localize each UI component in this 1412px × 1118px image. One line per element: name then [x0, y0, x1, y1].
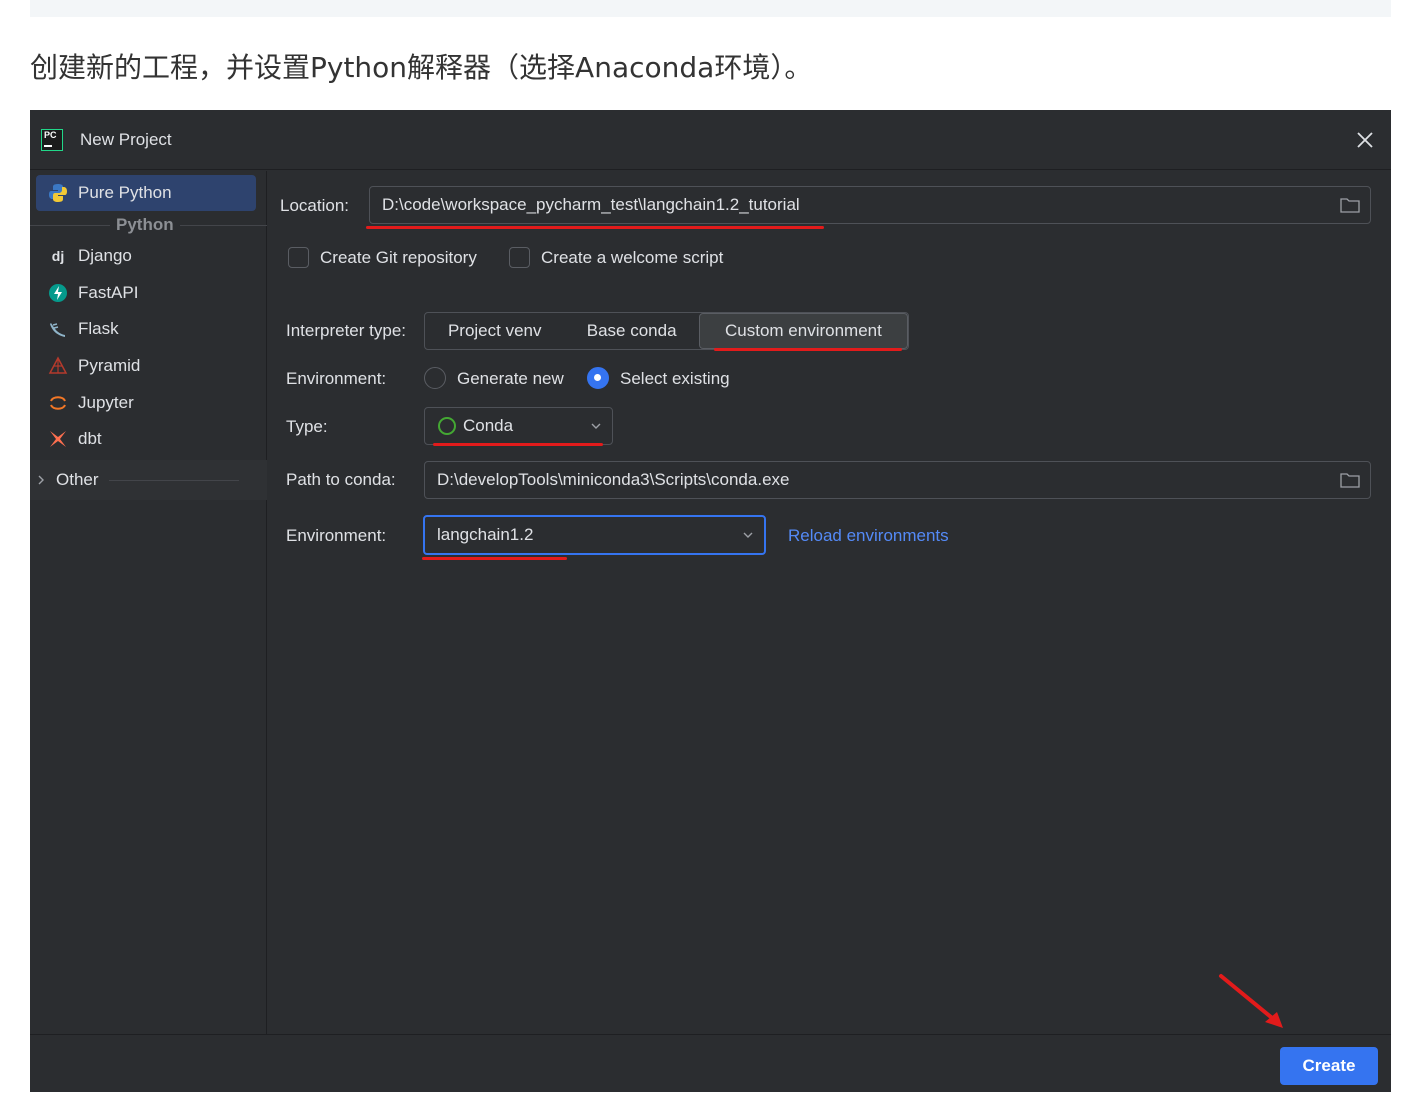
tab-base-conda[interactable]: Base conda	[564, 313, 698, 349]
sidebar-item-django[interactable]: dj Django	[36, 238, 256, 274]
create-git-checkbox[interactable]	[288, 247, 309, 268]
environment-value: langchain1.2	[437, 525, 534, 544]
close-icon[interactable]	[1353, 128, 1377, 152]
pyramid-icon	[48, 356, 68, 376]
dialog-title: New Project	[80, 130, 172, 149]
welcome-script-checkbox[interactable]	[509, 247, 530, 268]
reload-environments-link[interactable]: Reload environments	[788, 526, 949, 546]
tab-project-venv[interactable]: Project venv	[425, 313, 564, 349]
sidebar-item-label: Pyramid	[78, 356, 141, 375]
generate-new-radio[interactable]	[424, 367, 446, 389]
type-value: Conda	[463, 416, 514, 435]
location-input[interactable]: D:\code\workspace_pycharm_test\langchain…	[369, 186, 1371, 224]
article-caption: 创建新的工程，并设置Python解释器（选择Anaconda环境）。	[30, 51, 813, 84]
generate-new-label: Generate new	[457, 369, 564, 388]
project-settings-panel: Location: D:\code\workspace_pycharm_test…	[268, 171, 1391, 1034]
fastapi-icon	[48, 283, 68, 303]
sidebar-item-fastapi[interactable]: FastAPI	[36, 275, 256, 311]
folder-icon[interactable]	[1340, 197, 1360, 213]
dialog-titlebar: PC New Project	[30, 110, 1391, 170]
sidebar-item-label: Pure Python	[78, 183, 172, 202]
annotation-underline-location	[366, 226, 824, 229]
environment-label: Environment:	[286, 526, 387, 545]
path-to-conda-input[interactable]: D:\developTools\miniconda3\Scripts\conda…	[424, 461, 1371, 499]
sidebar-item-jupyter[interactable]: Jupyter	[36, 385, 256, 421]
project-type-sidebar: Pure Python Python dj Django FastAPI Fla…	[30, 171, 267, 1034]
create-button[interactable]: Create	[1280, 1047, 1378, 1085]
page-top-strip	[30, 0, 1391, 17]
annotation-underline-custom-env	[714, 348, 902, 351]
group-label: Python	[116, 215, 174, 234]
jupyter-icon	[48, 393, 68, 413]
conda-icon	[438, 417, 456, 435]
create-git-label: Create Git repository	[320, 248, 477, 267]
sidebar-item-pyramid[interactable]: Pyramid	[36, 348, 256, 384]
interpreter-type-segmented: Project venv Base conda Custom environme…	[424, 312, 909, 350]
python-group-header: Python	[30, 213, 267, 237]
sidebar-item-dbt[interactable]: dbt	[36, 421, 256, 457]
select-existing-label: Select existing	[620, 369, 730, 388]
select-existing-radio[interactable]	[587, 367, 609, 389]
sidebar-group-other[interactable]: Other	[30, 460, 267, 500]
environment-select[interactable]: langchain1.2	[423, 515, 766, 555]
other-label: Other	[56, 470, 99, 489]
pycharm-icon-text: PC	[44, 130, 57, 140]
dialog-footer: Create	[30, 1034, 1391, 1092]
other-divider	[108, 479, 239, 481]
annotation-arrow	[1219, 974, 1283, 1028]
chevron-down-icon	[591, 423, 601, 429]
folder-icon[interactable]	[1340, 472, 1360, 488]
sidebar-item-label: dbt	[78, 429, 102, 448]
type-label: Type:	[286, 417, 328, 436]
chevron-right-icon	[38, 475, 44, 485]
sidebar-item-label: FastAPI	[78, 283, 139, 302]
type-select[interactable]: Conda	[424, 407, 613, 445]
location-value: D:\code\workspace_pycharm_test\langchain…	[382, 195, 800, 214]
path-to-conda-label: Path to conda:	[286, 470, 396, 489]
chevron-down-icon	[743, 532, 753, 538]
welcome-script-label: Create a welcome script	[541, 248, 724, 267]
annotation-underline-type	[433, 443, 603, 446]
flask-icon	[48, 319, 68, 339]
sidebar-item-label: Django	[78, 246, 132, 265]
sidebar-item-flask[interactable]: Flask	[36, 311, 256, 347]
annotation-underline-environment	[422, 557, 567, 560]
interpreter-type-label: Interpreter type:	[286, 321, 407, 340]
sidebar-item-label: Flask	[78, 319, 119, 338]
sidebar-item-pure-python[interactable]: Pure Python	[36, 175, 256, 211]
django-icon: dj	[51, 248, 65, 264]
python-icon	[48, 183, 68, 203]
location-label: Location:	[280, 196, 349, 215]
sidebar-item-label: Jupyter	[78, 393, 134, 412]
dbt-icon	[48, 429, 68, 449]
environment-mode-label: Environment:	[286, 369, 387, 388]
tab-custom-environment[interactable]: Custom environment	[698, 313, 908, 349]
pycharm-icon: PC	[41, 129, 63, 151]
path-to-conda-value: D:\developTools\miniconda3\Scripts\conda…	[437, 470, 790, 489]
new-project-dialog: PC New Project Pure Python Python dj Dja…	[30, 110, 1391, 1092]
